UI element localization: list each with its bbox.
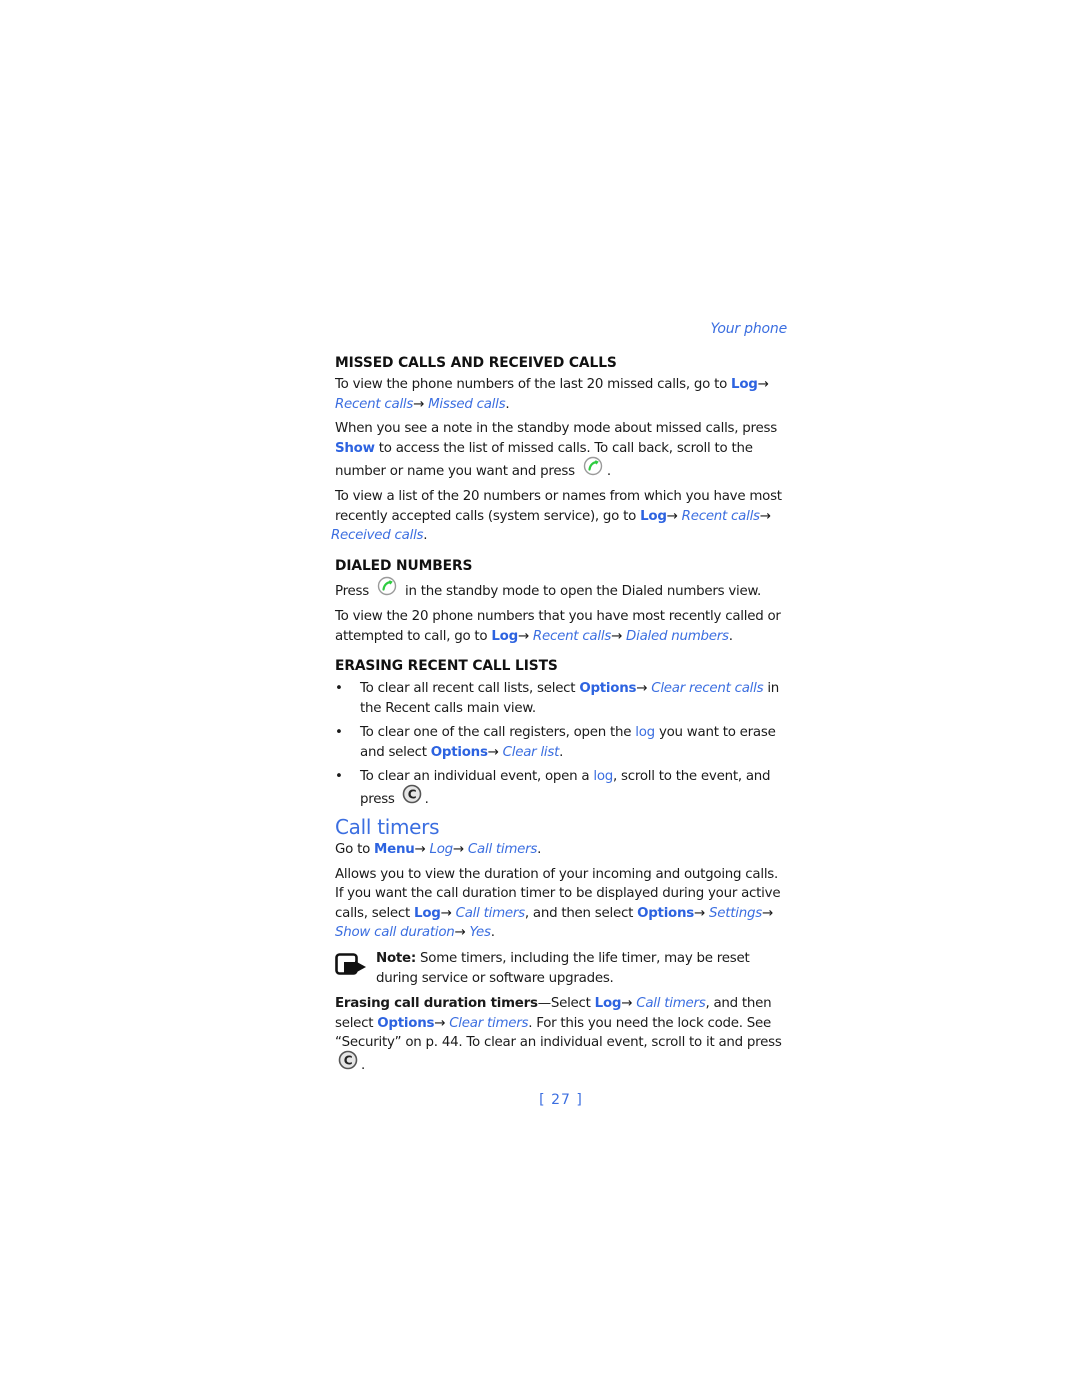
arrow: → <box>452 842 464 858</box>
recent-calls-link[interactable]: Recent calls <box>529 629 611 644</box>
arrow: → <box>666 508 678 524</box>
text: , and then select <box>524 905 638 921</box>
arrow: → <box>517 628 529 644</box>
running-head: Your phone <box>710 321 788 337</box>
options-link[interactable]: Options <box>377 1016 434 1031</box>
call-key-icon <box>376 576 398 603</box>
call-timers-link[interactable]: Call timers <box>452 906 526 921</box>
text: —Select <box>537 996 595 1012</box>
show-link[interactable]: Show <box>335 441 375 456</box>
call-timers-title: Call timers <box>335 815 440 840</box>
arrow: → <box>757 377 769 393</box>
bullet: • <box>335 680 343 696</box>
text: to access the list of missed calls. To c… <box>335 440 753 479</box>
clear-recent-calls-link[interactable]: Clear recent calls <box>647 681 763 696</box>
dialed-numbers-link[interactable]: Dialed numbers <box>622 629 729 644</box>
arrow: → <box>621 996 633 1012</box>
show-paragraph: When you see a note in the standby mode … <box>335 419 787 482</box>
text: When you see a note in the standby mode … <box>335 421 777 437</box>
manual-page: Your phone MISSED CALLS AND RECEIVED CAL… <box>331 320 788 1110</box>
bullet: • <box>335 769 343 785</box>
text: Press <box>335 583 369 599</box>
received-paragraph: To view a list of the 20 numbers or name… <box>331 487 787 546</box>
erasing-heading: ERASING RECENT CALL LISTS <box>335 658 558 675</box>
bullet: • <box>335 725 343 741</box>
log-link[interactable]: Log <box>595 996 622 1011</box>
dialed-numbers-heading: DIALED NUMBERS <box>335 557 473 574</box>
svg-text:C: C <box>344 1054 353 1068</box>
recent-calls-link[interactable]: Recent calls <box>335 397 413 412</box>
missed-calls-paragraph: To view the phone numbers of the last 20… <box>335 375 787 414</box>
arrow: → <box>611 628 623 644</box>
arrow: → <box>636 680 648 696</box>
arrow: → <box>440 905 452 921</box>
log-link[interactable]: log <box>635 725 655 740</box>
log-link[interactable]: Log <box>426 842 454 857</box>
arrow: → <box>413 396 425 412</box>
arrow: → <box>454 925 466 941</box>
text: . <box>606 463 611 479</box>
erasing-list: • To clear all recent call lists, select… <box>335 679 787 811</box>
list-item: • To clear all recent call lists, select… <box>335 679 787 718</box>
text: . <box>505 396 510 412</box>
received-calls-link[interactable]: Received calls <box>331 528 424 543</box>
call-timers-paragraph: Allows you to view the duration of your … <box>335 865 787 943</box>
text: . <box>423 528 428 544</box>
clear-timers-link[interactable]: Clear timers <box>445 1016 528 1031</box>
settings-link[interactable]: Settings <box>705 906 762 921</box>
note-text: Some timers, including the life timer, m… <box>376 951 750 986</box>
call-timers-link[interactable]: Call timers <box>632 996 706 1011</box>
missed-calls-link[interactable]: Missed calls <box>424 397 505 412</box>
log-link[interactable]: Log <box>640 509 667 524</box>
show-call-duration-link[interactable]: Show call duration <box>335 925 455 940</box>
recent-calls-link[interactable]: Recent calls <box>678 509 760 524</box>
list-item: • To clear an individual event, open a l… <box>335 767 787 810</box>
call-timers-goto: Go to Menu→ Log→ Call timers. <box>335 840 787 860</box>
text: . <box>537 842 542 858</box>
arrow: → <box>414 842 426 858</box>
log-link[interactable]: log <box>593 769 613 784</box>
dialed-numbers-paragraph: To view the 20 phone numbers that you ha… <box>335 607 787 646</box>
text: . <box>728 628 733 644</box>
log-link[interactable]: Log <box>731 377 758 392</box>
text: . <box>424 791 429 807</box>
yes-link[interactable]: Yes <box>466 925 491 940</box>
text: To clear one of the call registers, open… <box>360 725 636 741</box>
call-timers-link[interactable]: Call timers <box>464 842 538 857</box>
options-link[interactable]: Options <box>431 745 488 760</box>
text: Go to <box>335 842 375 858</box>
clear-list-link[interactable]: Clear list <box>499 745 560 760</box>
note-box: Note: Some timers, including the life ti… <box>335 949 787 988</box>
erase-timers-label: Erasing call duration timers <box>335 996 538 1012</box>
text: . <box>559 744 564 760</box>
dialed-press-paragraph: Press in the standby mode to open the Di… <box>335 576 787 603</box>
svg-text:C: C <box>407 787 416 801</box>
clear-key-icon: C <box>402 784 422 811</box>
arrow: → <box>487 744 499 760</box>
call-key-icon <box>582 456 604 483</box>
text: To clear all recent call lists, select <box>360 680 580 696</box>
note-icon <box>335 953 366 975</box>
arrow: → <box>694 905 705 921</box>
text: To view the phone numbers of the last 20… <box>335 377 732 393</box>
log-link[interactable]: Log <box>491 629 518 644</box>
text: To clear an individual event, open a <box>360 769 594 785</box>
page-number: [ 27 ] <box>539 1091 583 1108</box>
erase-timers-paragraph: Erasing call duration timers—Select Log→… <box>335 994 787 1076</box>
arrow: → <box>761 905 773 921</box>
arrow: → <box>759 508 771 524</box>
text: in the standby mode to open the Dialed n… <box>405 583 761 599</box>
missed-received-heading: MISSED CALLS AND RECEIVED CALLS <box>335 354 617 371</box>
log-link[interactable]: Log <box>414 906 441 921</box>
clear-key-icon: C <box>338 1050 358 1077</box>
note-label: Note: <box>376 951 416 967</box>
list-item: • To clear one of the call registers, op… <box>335 723 787 762</box>
arrow: → <box>434 1015 446 1031</box>
menu-link[interactable]: Menu <box>374 842 415 857</box>
options-link[interactable]: Options <box>579 681 636 696</box>
options-link[interactable]: Options <box>637 906 694 921</box>
text: . <box>361 1057 366 1073</box>
text: . <box>490 925 495 941</box>
